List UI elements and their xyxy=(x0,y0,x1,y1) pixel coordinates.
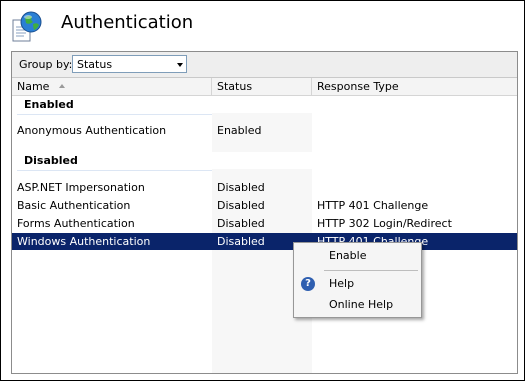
menu-item-label: Online Help xyxy=(329,298,394,311)
group-separator xyxy=(17,114,212,115)
authentication-list-panel: Group by: Status Name Status Response Ty… xyxy=(11,51,518,374)
menu-item-label: Enable xyxy=(329,249,367,262)
table-row[interactable]: Basic Authentication Disabled HTTP 401 C… xyxy=(12,197,517,214)
row-status: Disabled xyxy=(217,199,265,212)
menu-item-enable[interactable]: Enable xyxy=(294,247,421,265)
row-name: Windows Authentication xyxy=(17,235,151,248)
page-title: Authentication xyxy=(61,12,194,33)
column-header-row: Name Status Response Type xyxy=(12,78,517,96)
sort-ascending-icon xyxy=(59,84,66,88)
group-header-label: Enabled xyxy=(24,98,74,111)
column-header-name[interactable]: Name xyxy=(12,78,212,95)
row-name: Basic Authentication xyxy=(17,199,131,212)
row-name: Anonymous Authentication xyxy=(17,124,167,137)
table-row[interactable]: ASP.NET Impersonation Disabled xyxy=(12,179,517,196)
globe-document-icon xyxy=(11,10,45,44)
column-header-status[interactable]: Status xyxy=(212,78,312,95)
group-by-dropdown[interactable]: Status xyxy=(72,55,187,73)
group-header-label: Disabled xyxy=(24,154,78,167)
row-name: ASP.NET Impersonation xyxy=(17,181,145,194)
table-row[interactable]: Anonymous Authentication Enabled xyxy=(12,122,517,139)
column-header-status-label: Status xyxy=(217,80,253,93)
row-status: Disabled xyxy=(217,235,265,248)
help-icon: ? xyxy=(301,277,315,291)
row-name: Forms Authentication xyxy=(17,217,135,230)
group-by-value: Status xyxy=(77,58,113,71)
row-status: Disabled xyxy=(217,217,265,230)
group-by-label: Group by: xyxy=(19,58,73,71)
group-by-toolbar: Group by: Status xyxy=(12,52,517,78)
table-row[interactable]: Forms Authentication Disabled HTTP 302 L… xyxy=(12,215,517,232)
dropdown-arrow-icon[interactable] xyxy=(177,63,183,67)
column-header-response-type[interactable]: Response Type xyxy=(312,78,517,95)
menu-item-label: Help xyxy=(329,277,355,290)
column-header-name-label: Name xyxy=(17,80,50,93)
row-status: Enabled xyxy=(217,124,262,137)
menu-item-online-help[interactable]: Online Help xyxy=(294,296,421,314)
group-header-disabled[interactable]: Disabled xyxy=(12,152,517,169)
row-response-type: HTTP 302 Login/Redirect xyxy=(317,217,452,230)
menu-item-help[interactable]: ? Help xyxy=(294,275,421,293)
authentication-list: Enabled Anonymous Authentication Enabled… xyxy=(12,96,517,373)
column-header-response-type-label: Response Type xyxy=(317,80,399,93)
row-response-type: HTTP 401 Challenge xyxy=(317,199,429,212)
menu-separator xyxy=(324,270,418,271)
context-menu: Enable ? Help Online Help xyxy=(293,242,422,318)
table-row-selected[interactable]: Windows Authentication Disabled HTTP 401… xyxy=(12,233,517,250)
group-separator xyxy=(17,170,212,171)
row-status: Disabled xyxy=(217,181,265,194)
group-header-enabled[interactable]: Enabled xyxy=(12,96,517,113)
feature-page: Authentication Group by: Status Name Sta… xyxy=(0,0,525,381)
